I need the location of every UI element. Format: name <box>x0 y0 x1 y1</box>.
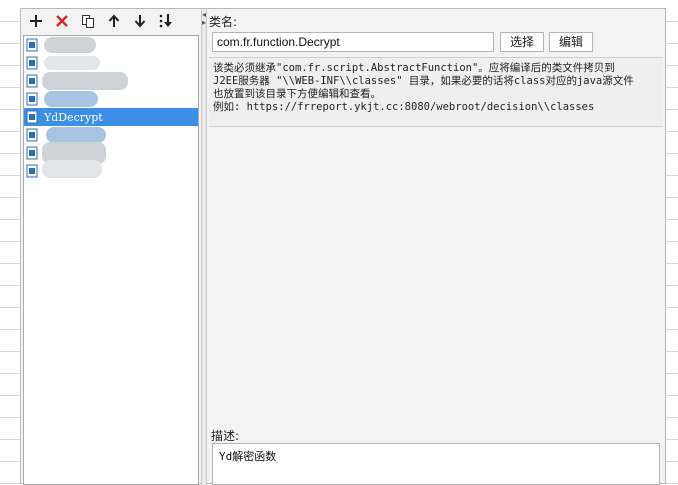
plus-icon <box>30 15 42 27</box>
function-file-icon <box>26 146 38 160</box>
function-file-icon <box>26 56 38 70</box>
add-button[interactable] <box>25 11 47 31</box>
list-item[interactable] <box>24 36 198 54</box>
background-ruled-lines-right <box>666 0 678 484</box>
class-info-text: 该类必须继承"com.fr.script.AbstractFunction"。应… <box>209 57 663 127</box>
copy-icon <box>82 15 94 28</box>
function-list-pane: YdDecrypt <box>21 9 201 485</box>
function-file-icon <box>26 128 38 142</box>
redaction-blur <box>42 160 102 178</box>
description-label: 描述: <box>211 429 240 443</box>
list-toolbar <box>25 11 177 31</box>
sort-button[interactable] <box>155 11 177 31</box>
redaction-blur <box>44 37 96 53</box>
select-button[interactable]: 选择 <box>500 32 544 52</box>
redaction-blur <box>44 56 100 70</box>
function-file-icon <box>26 74 38 88</box>
function-list[interactable]: YdDecrypt <box>23 35 199 485</box>
arrow-down-icon <box>134 15 146 28</box>
description-textarea[interactable]: Yd解密函数 <box>212 443 660 485</box>
copy-button[interactable] <box>77 11 99 31</box>
info-line: 也放置到该目录下方便编辑和查看。 <box>213 88 381 100</box>
delete-button[interactable] <box>51 11 73 31</box>
custom-function-dialog: YdDecrypt ◂▸ 类名: 选择 编辑 <box>20 8 667 485</box>
info-line: J2EE服务器 "\\WEB-INF\\classes" 目录，如果必要的话将c… <box>213 75 634 87</box>
redaction-blur <box>44 91 98 107</box>
list-item[interactable] <box>24 72 198 90</box>
function-file-icon <box>26 164 38 178</box>
list-item-label: YdDecrypt <box>44 110 103 124</box>
list-item[interactable] <box>24 90 198 108</box>
info-line: 该类必须继承"com.fr.script.AbstractFunction"。应… <box>213 62 615 74</box>
function-file-icon <box>26 38 38 52</box>
background-ruled-lines <box>0 0 20 484</box>
list-item[interactable] <box>24 54 198 72</box>
redaction-blur <box>42 72 128 90</box>
collapse-arrow-icon[interactable]: ◂ ▸ <box>202 11 206 27</box>
delete-x-icon <box>56 15 68 27</box>
info-line: 例如: https://frreport.ykjt.cc:8080/webroo… <box>213 101 595 113</box>
redaction-blur <box>46 127 106 143</box>
move-down-button[interactable] <box>129 11 151 31</box>
function-detail-pane: 类名: 选择 编辑 该类必须继承"com.fr.script.AbstractF… <box>207 9 667 485</box>
class-name-input[interactable] <box>212 32 494 52</box>
function-file-icon <box>26 92 38 106</box>
description-text: Yd解密函数 <box>219 450 277 463</box>
list-item[interactable] <box>24 160 198 180</box>
arrow-up-icon <box>108 14 120 27</box>
edit-button[interactable]: 编辑 <box>549 32 593 52</box>
sort-icon <box>159 14 172 28</box>
list-item-selected[interactable]: YdDecrypt <box>24 108 198 126</box>
move-up-button[interactable] <box>103 11 125 31</box>
function-file-icon <box>26 110 38 124</box>
class-name-label: 类名: <box>209 15 238 29</box>
